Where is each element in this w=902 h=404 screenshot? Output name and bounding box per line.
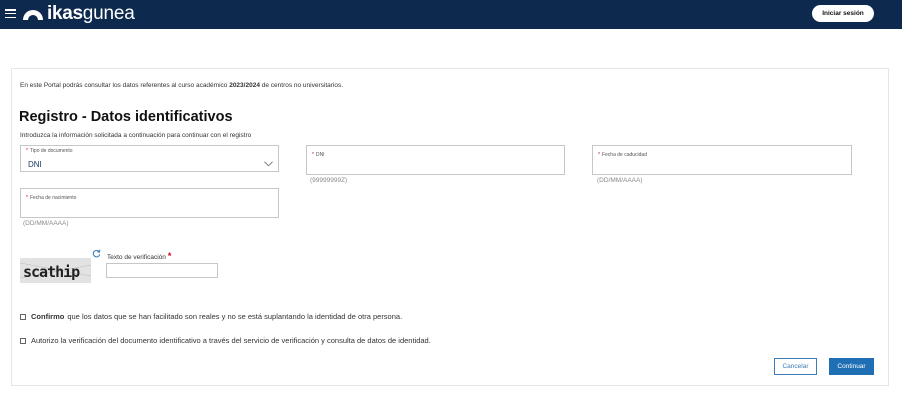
dni-field[interactable]: * DNI (306, 145, 565, 175)
verification-label-text: Texto de verificación (107, 254, 166, 261)
birth-date-field[interactable]: * Fecha de nacimiento (20, 188, 279, 218)
captcha-text: scathip (23, 263, 80, 281)
doc-type-value: DNI (28, 160, 42, 169)
top-bar: ikas gunea Iniciar sesión (0, 0, 902, 29)
required-mark: * (26, 148, 28, 154)
birth-label-text: Fecha de nacimiento (29, 195, 77, 201)
doc-type-label-text: Tipo de documento (29, 148, 73, 154)
logo-text-bold: ikas (47, 3, 83, 24)
continue-button[interactable]: Continuar (829, 358, 874, 375)
confirm-checkbox[interactable] (20, 313, 26, 320)
required-mark: * (167, 251, 172, 261)
confirm-text: que los datos que se han facilitado son … (67, 312, 403, 321)
doc-type-label: * Tipo de documento (26, 148, 73, 154)
confirm-bold-text: Confirmo (31, 312, 65, 321)
birth-label: * Fecha de nacimiento (26, 195, 76, 201)
login-button[interactable]: Iniciar sesión (812, 5, 874, 22)
refresh-icon[interactable] (92, 249, 101, 258)
dni-hint: (99999999Z) (310, 177, 348, 184)
confirm-checkbox-row[interactable]: Confirmo que los datos que se han facilit… (20, 312, 402, 321)
intro-suffix: de centros no universitarios. (259, 82, 344, 89)
menu-icon[interactable] (5, 9, 16, 19)
expiry-hint: (DD/MM/AAAA) (597, 177, 643, 184)
required-mark: * (26, 195, 28, 201)
intro-prefix: En este Portal podrás consultar los dato… (20, 82, 230, 89)
intro-text: En este Portal podrás consultar los dato… (20, 82, 343, 89)
verification-input[interactable] (106, 263, 218, 278)
logo[interactable]: ikas gunea (22, 3, 135, 25)
expiry-label: * Fecha de caducidad (598, 152, 647, 158)
captcha-image: scathip (20, 258, 91, 283)
cancel-button[interactable]: Cancelar (774, 358, 817, 375)
required-mark: * (312, 152, 314, 158)
required-mark: * (598, 152, 600, 158)
intro-course: 2023/2024 (229, 82, 260, 89)
logo-text-light: gunea (82, 3, 135, 24)
doc-type-select[interactable]: * Tipo de documento DNI (20, 145, 279, 172)
logo-arc-icon (23, 10, 43, 20)
authorize-checkbox-row[interactable]: Autorizo la verificación del documento i… (20, 336, 431, 345)
captcha-graphic: scathip (20, 258, 91, 283)
expiry-date-field[interactable]: * Fecha de caducidad (592, 145, 852, 175)
verification-label: Texto de verificación * (107, 251, 171, 261)
chevron-down-icon (264, 161, 273, 167)
dni-label-text: DNI (315, 152, 325, 158)
page-title: Registro - Datos identificativos (19, 109, 233, 125)
dni-label: * DNI (312, 152, 325, 158)
authorize-text: Autorizo la verificación del documento i… (31, 336, 431, 345)
page-subtitle: Introduzca la información solicitada a c… (20, 132, 252, 139)
birth-hint: (DD/MM/AAAA) (23, 220, 69, 227)
expiry-label-text: Fecha de caducidad (601, 152, 647, 158)
authorize-checkbox[interactable] (20, 337, 26, 344)
